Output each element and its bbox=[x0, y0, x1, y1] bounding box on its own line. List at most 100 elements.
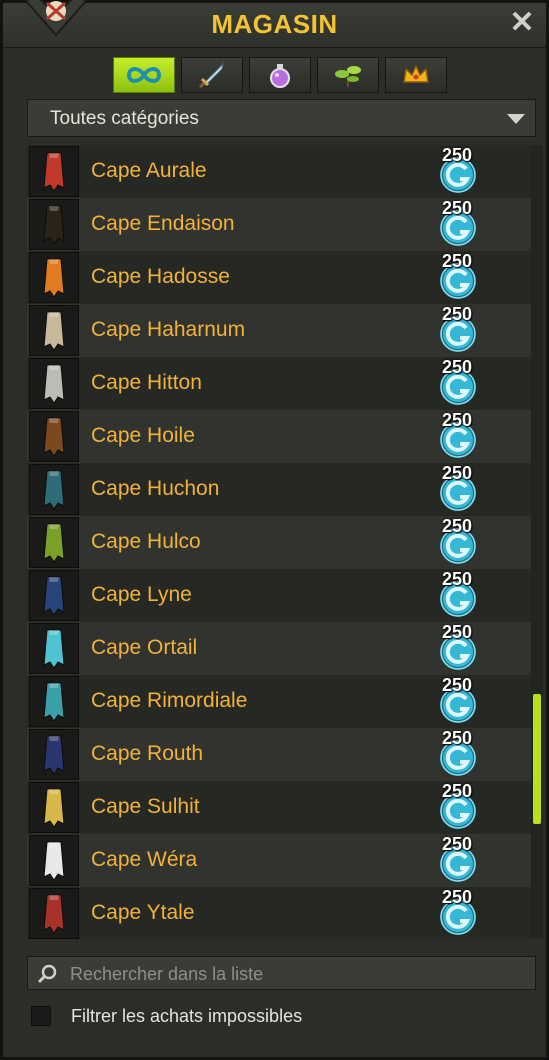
cape-icon bbox=[43, 629, 65, 669]
item-name: Cape Lyne bbox=[91, 583, 192, 606]
item-name: Cape Hitton bbox=[91, 371, 202, 394]
item-price: 250 bbox=[441, 357, 473, 377]
item-icon-frame bbox=[29, 623, 79, 674]
item-name: Cape Huchon bbox=[91, 477, 220, 500]
tab-premium[interactable] bbox=[385, 57, 447, 93]
category-dropdown[interactable]: Toutes catégories bbox=[27, 99, 536, 137]
cape-icon bbox=[43, 311, 65, 351]
scrollbar-thumb[interactable] bbox=[533, 694, 541, 824]
list-item[interactable]: Cape Endaison 250 bbox=[27, 198, 531, 251]
cape-icon bbox=[43, 682, 65, 722]
item-icon-frame bbox=[29, 782, 79, 833]
list-item[interactable]: Cape Rimordiale 250 bbox=[27, 675, 531, 728]
list-item[interactable]: Cape Routh 250 bbox=[27, 728, 531, 781]
item-name: Cape Hulco bbox=[91, 530, 201, 553]
item-name: Cape Ortail bbox=[91, 636, 198, 659]
item-icon-frame bbox=[29, 146, 79, 197]
item-name: Cape Rimordiale bbox=[91, 689, 248, 712]
item-icon-frame bbox=[29, 358, 79, 409]
item-price: 250 bbox=[441, 463, 473, 483]
item-price: 250 bbox=[441, 569, 473, 589]
title-bar[interactable]: MAGASIN ✕ bbox=[3, 0, 546, 48]
list-item[interactable]: Cape Hulco 250 bbox=[27, 516, 531, 569]
item-icon-frame bbox=[29, 835, 79, 886]
list-item[interactable]: Cape Huchon 250 bbox=[27, 463, 531, 516]
filter-impossible-purchases[interactable]: Filtrer les achats impossibles bbox=[31, 1003, 302, 1029]
category-tabs bbox=[113, 57, 447, 95]
item-price: 250 bbox=[441, 622, 473, 642]
chevron-down-icon bbox=[507, 114, 525, 124]
cape-icon bbox=[43, 788, 65, 828]
list-item[interactable]: Cape Wéra 250 bbox=[27, 834, 531, 887]
item-price: 250 bbox=[441, 781, 473, 801]
item-name: Cape Hadosse bbox=[91, 265, 230, 288]
tab-consumables[interactable] bbox=[249, 57, 311, 93]
crown-icon bbox=[403, 64, 429, 83]
filter-label: Filtrer les achats impossibles bbox=[71, 1005, 303, 1026]
list-item[interactable]: Cape Hoile 250 bbox=[27, 410, 531, 463]
item-price: 250 bbox=[441, 251, 473, 271]
cape-icon bbox=[43, 523, 65, 563]
cape-icon bbox=[43, 364, 65, 404]
item-price: 250 bbox=[441, 198, 473, 218]
list-item[interactable]: Cape Sulhit 250 bbox=[27, 781, 531, 834]
item-name: Cape Sulhit bbox=[91, 795, 200, 818]
item-name: Cape Routh bbox=[91, 742, 204, 765]
cape-icon bbox=[43, 735, 65, 775]
potion-icon bbox=[270, 64, 290, 88]
window-title: MAGASIN bbox=[211, 9, 338, 39]
plant-icon bbox=[335, 66, 361, 87]
item-icon-frame bbox=[29, 729, 79, 780]
cape-icon bbox=[43, 841, 65, 881]
tab-resources[interactable] bbox=[317, 57, 379, 93]
item-price: 250 bbox=[441, 145, 473, 165]
item-price: 250 bbox=[441, 516, 473, 536]
item-price: 250 bbox=[441, 675, 473, 695]
infinity-icon bbox=[126, 67, 162, 83]
list-item[interactable]: Cape Ortail 250 bbox=[27, 622, 531, 675]
category-dropdown-value: Toutes catégories bbox=[50, 108, 199, 129]
item-icon-frame bbox=[29, 676, 79, 727]
item-icon-frame bbox=[29, 464, 79, 515]
search-bar bbox=[27, 956, 536, 991]
item-icon-frame bbox=[29, 252, 79, 303]
item-name: Cape Hoile bbox=[91, 424, 195, 447]
list-item[interactable]: Cape Hadosse 250 bbox=[27, 251, 531, 304]
tab-equipment[interactable] bbox=[181, 57, 243, 93]
sword-icon bbox=[198, 62, 224, 89]
cape-icon bbox=[43, 205, 65, 245]
item-name: Cape Wéra bbox=[91, 848, 198, 871]
cape-icon bbox=[43, 152, 65, 192]
shop-window: MAGASIN ✕ Toutes catégories Cape Aurale … bbox=[0, 0, 549, 1060]
tab-all[interactable] bbox=[113, 57, 175, 93]
item-icon-frame bbox=[29, 570, 79, 621]
item-icon-frame bbox=[29, 199, 79, 250]
search-input[interactable] bbox=[68, 957, 532, 991]
item-price: 250 bbox=[441, 304, 473, 324]
list-item[interactable]: Cape Haharnum 250 bbox=[27, 304, 531, 357]
list-item[interactable]: Cape Lyne 250 bbox=[27, 569, 531, 622]
cape-icon bbox=[43, 417, 65, 457]
list-item[interactable]: Cape Ytale 250 bbox=[27, 887, 531, 939]
item-icon-frame bbox=[29, 411, 79, 462]
item-name: Cape Aurale bbox=[91, 159, 207, 182]
close-icon[interactable]: ✕ bbox=[506, 7, 538, 39]
item-icon-frame bbox=[29, 517, 79, 568]
list-item[interactable]: Cape Aurale 250 bbox=[27, 145, 531, 198]
item-price: 250 bbox=[441, 728, 473, 748]
list-item[interactable]: Cape Hitton 250 bbox=[27, 357, 531, 410]
item-price: 250 bbox=[441, 410, 473, 430]
item-price: 250 bbox=[441, 834, 473, 854]
item-list: Cape Aurale 250 Cape Endaison 250 Cape H… bbox=[27, 145, 531, 939]
item-price: 250 bbox=[441, 887, 473, 907]
cape-icon bbox=[43, 576, 65, 616]
item-name: Cape Endaison bbox=[91, 212, 235, 235]
cape-icon bbox=[43, 258, 65, 298]
cape-icon bbox=[43, 470, 65, 510]
item-name: Cape Ytale bbox=[91, 901, 195, 924]
item-name: Cape Haharnum bbox=[91, 318, 246, 341]
item-icon-frame bbox=[29, 305, 79, 356]
filter-checkbox[interactable] bbox=[31, 1006, 51, 1026]
list-scrollbar[interactable] bbox=[531, 145, 543, 939]
item-icon-frame bbox=[29, 888, 79, 939]
